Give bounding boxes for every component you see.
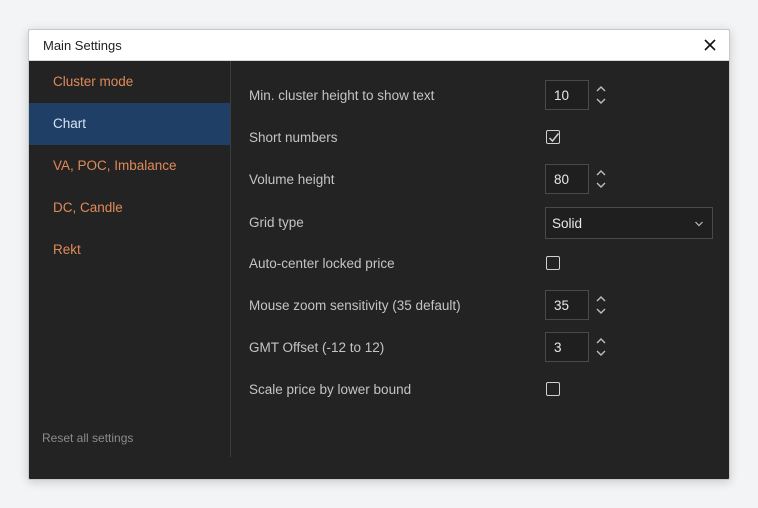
reset-all-settings-link[interactable]: Reset all settings (42, 431, 133, 445)
sidebar-item-va-poc-imbalance[interactable]: VA, POC, Imbalance (29, 145, 230, 187)
chevron-down-icon (695, 221, 703, 227)
setting-row-short-numbers: Short numbers (249, 122, 729, 156)
auto-center-checkbox[interactable] (546, 256, 560, 270)
min-cluster-height-stepper[interactable] (595, 83, 607, 107)
volume-height-stepper[interactable] (595, 167, 607, 191)
mouse-zoom-input[interactable] (545, 290, 589, 320)
grid-type-label: Grid type (249, 215, 304, 230)
gmt-offset-label: GMT Offset (-12 to 12) (249, 340, 385, 355)
auto-center-label: Auto-center locked price (249, 256, 395, 271)
min-cluster-height-label: Min. cluster height to show text (249, 88, 435, 103)
chevron-up-icon[interactable] (595, 335, 607, 347)
grid-type-selected-value: Solid (552, 216, 583, 231)
setting-row-scale-price: Scale price by lower bound (249, 374, 729, 408)
gmt-offset-input[interactable] (545, 332, 589, 362)
gmt-offset-stepper[interactable] (595, 335, 607, 359)
scale-price-checkbox[interactable] (546, 382, 560, 396)
settings-content: Min. cluster height to show text Short n… (231, 61, 729, 479)
scale-price-label: Scale price by lower bound (249, 382, 412, 397)
chevron-down-icon[interactable] (595, 179, 607, 191)
mouse-zoom-stepper[interactable] (595, 293, 607, 317)
chevron-up-icon[interactable] (595, 167, 607, 179)
min-cluster-height-input[interactable] (545, 80, 589, 110)
title-bar: Main Settings (29, 30, 729, 61)
settings-sidebar: Cluster mode Chart VA, POC, Imbalance DC… (29, 61, 231, 457)
short-numbers-label: Short numbers (249, 130, 338, 145)
setting-row-gmt-offset: GMT Offset (-12 to 12) (249, 332, 729, 366)
setting-row-grid-type: Grid type Solid (249, 207, 729, 241)
volume-height-input[interactable] (545, 164, 589, 194)
volume-height-label: Volume height (249, 172, 335, 187)
mouse-zoom-label: Mouse zoom sensitivity (35 default) (249, 298, 461, 313)
setting-row-min-cluster-height: Min. cluster height to show text (249, 80, 729, 114)
settings-dialog: Main Settings Cluster mode Chart VA, POC… (28, 29, 730, 480)
checkmark-icon (548, 133, 560, 143)
dialog-title: Main Settings (43, 38, 122, 53)
setting-row-auto-center: Auto-center locked price (249, 248, 729, 282)
chevron-down-icon[interactable] (595, 347, 607, 359)
setting-row-mouse-zoom: Mouse zoom sensitivity (35 default) (249, 290, 729, 324)
chevron-up-icon[interactable] (595, 83, 607, 95)
sidebar-item-rekt[interactable]: Rekt (29, 229, 230, 271)
short-numbers-checkbox[interactable] (546, 130, 560, 144)
close-icon (704, 39, 716, 51)
sidebar-item-cluster-mode[interactable]: Cluster mode (29, 61, 230, 103)
close-button[interactable] (699, 34, 721, 56)
chevron-down-icon[interactable] (595, 305, 607, 317)
chevron-down-icon[interactable] (595, 95, 607, 107)
chevron-up-icon[interactable] (595, 293, 607, 305)
sidebar-item-dc-candle[interactable]: DC, Candle (29, 187, 230, 229)
setting-row-volume-height: Volume height (249, 164, 729, 198)
sidebar-item-chart[interactable]: Chart (29, 103, 230, 145)
grid-type-select[interactable]: Solid (545, 207, 713, 239)
